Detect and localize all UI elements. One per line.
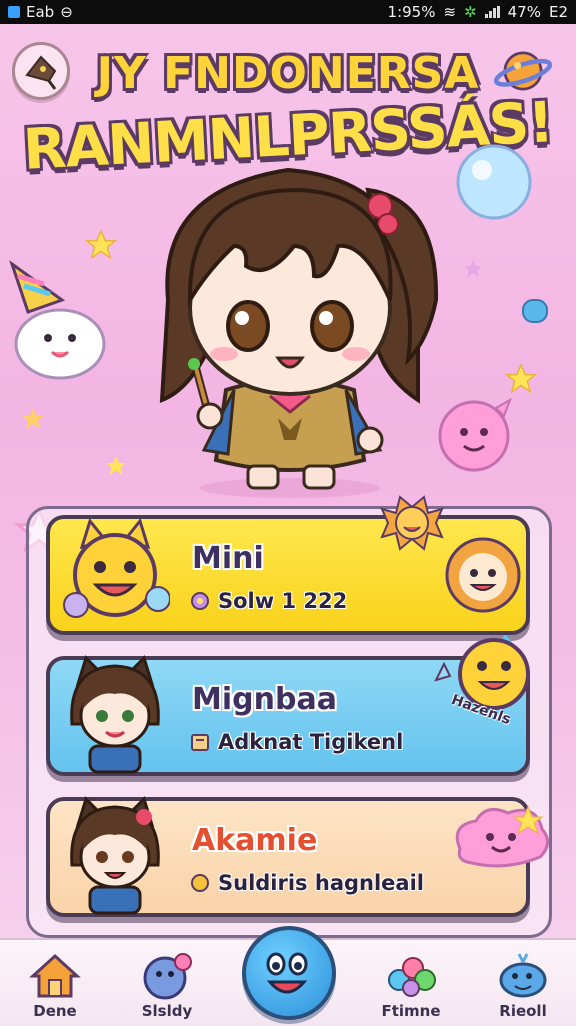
mode-name: Mignbaa (192, 682, 337, 717)
home-icon (29, 953, 81, 998)
sync-icon: ⊖ (60, 3, 73, 21)
mode-card-mini[interactable]: Mini Solw 1 222 (46, 495, 530, 635)
mode-name: Akamie (192, 823, 318, 858)
mode-info: Adknat Tigikenl (190, 730, 403, 754)
star-icon (504, 363, 538, 394)
nav-item-ftimne[interactable]: Ftimne (366, 950, 456, 1024)
status-time: 1:95% (387, 3, 436, 21)
nav-item-rieoll[interactable]: Rieoll (478, 950, 568, 1024)
nav-label: Slsldy (141, 1002, 193, 1020)
flower-icon (191, 592, 209, 610)
chibi-character (159, 167, 439, 498)
smiley-cat-icon (63, 517, 170, 618)
mode-info-text: Adknat Tigikenl (218, 730, 404, 754)
mode-info: Suldiris hagnleail (190, 871, 424, 895)
nav-item-slsldy[interactable]: Slsldy (122, 950, 212, 1024)
wifi-icon: ≋ (443, 3, 457, 21)
mode-name: Mini (192, 541, 264, 576)
star-icon (84, 229, 118, 260)
play-button[interactable] (242, 926, 336, 1020)
whale-icon (499, 953, 547, 998)
calendar-icon (191, 734, 209, 751)
coin-icon (191, 874, 209, 892)
star-icon (22, 408, 44, 429)
nav-label: Rieoll (499, 1002, 547, 1020)
mode-card-mignbaa[interactable]: Mignbaa Adknat Tigikenl Hazenls (46, 634, 530, 776)
pink-cloud-creature-icon (455, 805, 549, 868)
happy-sun-icon (380, 495, 444, 551)
nav-label: Ftimne (381, 1002, 441, 1020)
smiley-play-icon (266, 952, 308, 994)
battery-text: 47% (507, 3, 541, 21)
blue-gem-icon (522, 299, 548, 323)
mascot-icon (143, 953, 192, 1000)
mode-info-text: Solw 1 222 (218, 589, 348, 613)
mode-card-akamie[interactable]: Akamie Suldiris hagnleail (46, 796, 549, 917)
status-right-text: E2 (548, 3, 568, 21)
smiley-sun-icon (445, 537, 521, 613)
app-notification-icon (8, 6, 20, 18)
star-icon (463, 259, 483, 278)
nav-label: Dene (33, 1002, 77, 1020)
signal-icon (484, 6, 500, 18)
ghost-party-hat-icon (9, 260, 106, 380)
nav-item-dene[interactable]: Dene (10, 950, 100, 1024)
cat-girl-avatar-icon (70, 655, 160, 774)
status-left-text: Eab (26, 3, 55, 21)
title-line-1: JY FNDONERSA (96, 48, 480, 99)
leaf-icon: ✲ (464, 3, 477, 21)
mode-info-text: Suldiris hagnleail (218, 871, 424, 895)
status-bar: Eab ⊖ 1:95% ≋ ✲ 47% E2 (0, 0, 576, 24)
mode-info: Solw 1 222 (190, 589, 347, 613)
cat-girl-avatar-icon (70, 796, 160, 915)
balloons-icon (388, 957, 436, 997)
bubble-orb-icon (456, 144, 532, 220)
